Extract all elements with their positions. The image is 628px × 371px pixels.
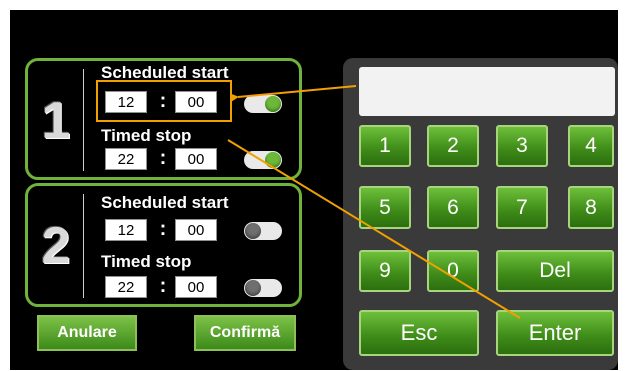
- pointer-line-to-display: [230, 85, 357, 102]
- pointer-line-to-enter: [227, 139, 521, 319]
- pointer-lines: [227, 85, 521, 319]
